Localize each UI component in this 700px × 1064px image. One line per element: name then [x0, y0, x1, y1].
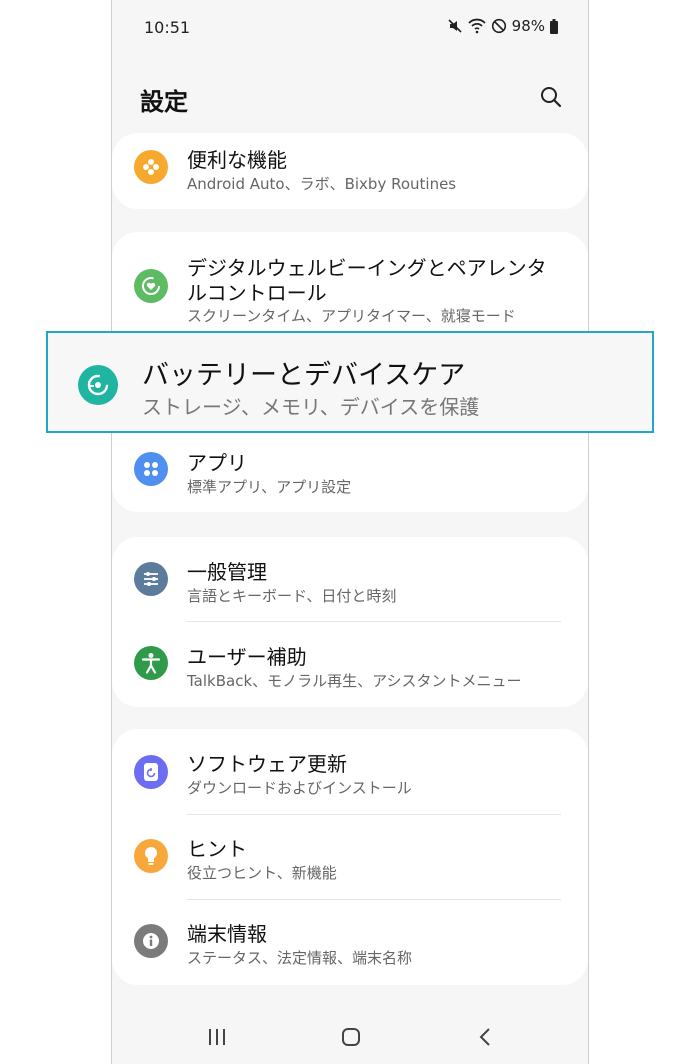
about-phone-sub: ステータス、法定情報、端末名称	[187, 949, 413, 967]
search-icon	[541, 87, 562, 108]
settings-item-battery-device-care[interactable]: バッテリーとデバイスケア ストレージ、メモリ、デバイスを保護	[46, 331, 654, 433]
accessibility-label: ユーザー補助	[187, 645, 307, 669]
mute-icon	[447, 18, 463, 34]
info-icon	[134, 924, 168, 958]
settings-item-accessibility[interactable]: ユーザー補助 TalkBack、モノラル再生、アシスタントメニュー	[112, 622, 588, 707]
navigation-bar	[112, 1004, 588, 1064]
digital-wellbeing-label-line2: ルコントロール	[187, 281, 327, 305]
battery-icon	[550, 18, 558, 34]
settings-item-tips[interactable]: ヒント 役立つヒント、新機能	[112, 815, 588, 899]
settings-item-advanced-features[interactable]: 便利な機能 Android Auto、ラボ、Bixby Routines	[112, 133, 588, 209]
back-button[interactable]	[465, 1022, 505, 1052]
battery-device-care-sub: ストレージ、メモリ、デバイスを保護	[142, 395, 480, 419]
puzzle-gear-icon	[134, 150, 168, 184]
settings-item-digital-wellbeing[interactable]: デジタルウェルビーイングとペアレンタ ルコントロール スクリーンタイム、アプリタ…	[112, 232, 588, 330]
software-update-sub: ダウンロードおよびインストール	[187, 779, 412, 797]
advanced-features-sub: Android Auto、ラボ、Bixby Routines	[187, 175, 457, 193]
battery-percent: 98%	[511, 17, 545, 35]
sliders-icon	[134, 562, 168, 596]
phone-screen: 10:51 98% 設定 便利な機能 Android Auto、ラボ、Bixby…	[111, 0, 589, 1064]
card-software-tips-about: ソフトウェア更新 ダウンロードおよびインストール ヒント 役立つヒント、新機能 …	[112, 729, 588, 985]
digital-wellbeing-sub: スクリーンタイム、アプリタイマー、就寝モード	[187, 307, 516, 325]
settings-item-general-management[interactable]: 一般管理 言語とキーボード、日付と時刻	[112, 537, 588, 621]
card-advanced: 便利な機能 Android Auto、ラボ、Bixby Routines	[112, 133, 588, 209]
tips-label: ヒント	[187, 837, 247, 861]
settings-item-about-phone[interactable]: 端末情報 ステータス、法定情報、端末名称	[112, 900, 588, 985]
wifi-icon	[468, 18, 486, 34]
home-button[interactable]	[331, 1022, 371, 1052]
do-not-disturb-icon	[491, 18, 507, 34]
wellbeing-heart-icon	[134, 269, 168, 303]
recent-apps-icon	[209, 1029, 225, 1045]
recent-apps-button[interactable]	[197, 1022, 237, 1052]
status-icons: 98%	[447, 17, 558, 35]
page-title: 設定	[140, 88, 188, 116]
apps-sub: 標準アプリ、アプリ設定	[187, 478, 352, 496]
apps-grid-icon	[134, 452, 168, 486]
apps-label: アプリ	[187, 451, 247, 475]
home-icon	[342, 1028, 360, 1046]
software-update-icon	[134, 755, 168, 789]
accessibility-person-icon	[134, 646, 168, 680]
device-care-icon	[78, 365, 118, 405]
about-phone-label: 端末情報	[187, 922, 267, 946]
battery-device-care-label: バッテリーとデバイスケア	[142, 360, 466, 391]
accessibility-sub: TalkBack、モノラル再生、アシスタントメニュー	[187, 672, 522, 690]
advanced-features-label: 便利な機能	[187, 148, 287, 172]
status-bar: 10:51 98%	[112, 0, 588, 56]
software-update-label: ソフトウェア更新	[187, 752, 347, 776]
tips-sub: 役立つヒント、新機能	[187, 864, 337, 882]
search-button[interactable]	[536, 82, 566, 112]
settings-item-software-update[interactable]: ソフトウェア更新 ダウンロードおよびインストール	[112, 729, 588, 814]
card-general-accessibility: 一般管理 言語とキーボード、日付と時刻 ユーザー補助 TalkBack、モノラル…	[112, 537, 588, 707]
status-time: 10:51	[144, 18, 191, 37]
settings-item-apps[interactable]: アプリ 標準アプリ、アプリ設定	[112, 432, 588, 512]
back-icon	[479, 1028, 490, 1046]
lightbulb-icon	[134, 839, 168, 873]
general-management-sub: 言語とキーボード、日付と時刻	[187, 587, 397, 605]
general-management-label: 一般管理	[187, 560, 267, 584]
